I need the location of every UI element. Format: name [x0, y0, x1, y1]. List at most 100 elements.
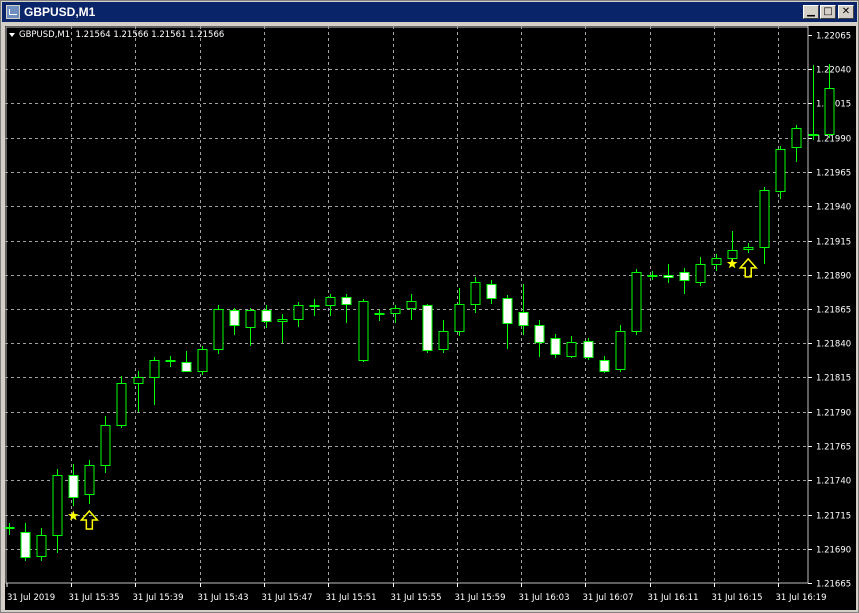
candle-bull: [631, 272, 642, 332]
candle-bull: [390, 308, 401, 314]
candle-bear: [663, 275, 674, 278]
x-tick-label: 31 Jul 15:39: [133, 593, 184, 603]
candle-bull: [615, 331, 626, 370]
y-tick-label: 1.21765: [816, 443, 851, 453]
candle-bull: [775, 149, 786, 192]
maximize-icon: □: [823, 6, 833, 17]
y-tick-label: 1.21915: [816, 238, 851, 248]
y-tick-label: 1.22065: [816, 32, 851, 42]
candle-bull: [52, 475, 63, 536]
candle-bull: [116, 383, 127, 426]
candle-bull: [566, 342, 577, 357]
candle-bull: [358, 301, 369, 361]
window-title: GBPUSD,M1: [24, 5, 96, 19]
chart-window: GBPUSD,M1 ▁ □ ✕ 1.220651.220401.220151.2…: [0, 0, 859, 613]
price-chart[interactable]: 1.220651.220401.220151.219901.219651.219…: [5, 26, 856, 610]
x-tick-label: 31 Jul 2019: [7, 593, 55, 603]
candle-bear: [20, 532, 31, 558]
x-tick-label: 31 Jul 15:43: [198, 593, 249, 603]
candle-bull: [824, 88, 835, 135]
candle-bull: [743, 247, 754, 250]
minimize-icon: ▁: [807, 6, 815, 17]
x-tick-label: 31 Jul 15:47: [262, 593, 313, 603]
candle-bear: [5, 527, 15, 529]
candle-bear: [518, 312, 529, 326]
candle-bull: [406, 301, 417, 309]
candle-bull: [149, 360, 160, 378]
x-tick-label: 31 Jul 16:19: [776, 593, 827, 603]
candle-bear: [422, 305, 433, 351]
close-icon: ✕: [841, 6, 851, 17]
close-button[interactable]: ✕: [838, 5, 854, 19]
candle-bull: [808, 134, 819, 136]
y-tick-label: 1.21665: [816, 580, 851, 590]
y-tick-label: 1.21965: [816, 169, 851, 179]
chart-app-icon: [6, 5, 20, 19]
y-tick-label: 1.21715: [816, 512, 851, 522]
y-tick-label: 1.21690: [816, 546, 851, 556]
x-tick-label: 31 Jul 15:55: [391, 593, 442, 603]
candle-bull: [325, 297, 336, 306]
candle-bear: [341, 297, 352, 305]
x-tick-label: 31 Jul 16:15: [712, 593, 763, 603]
candle-bull: [197, 349, 208, 372]
candle-bull: [100, 425, 111, 466]
y-tick-label: 1.21865: [816, 306, 851, 316]
candle-bear: [502, 298, 513, 324]
maximize-button[interactable]: □: [820, 5, 836, 19]
star-icon: [68, 510, 79, 521]
candle-bear: [486, 284, 497, 299]
x-tick-label: 31 Jul 15:35: [69, 593, 120, 603]
candle-bear: [165, 360, 176, 362]
x-tick-label: 31 Jul 16:07: [583, 593, 634, 603]
up-arrow-icon: [79, 509, 100, 530]
candle-bull: [293, 305, 304, 320]
candle-bull: [727, 250, 738, 259]
candle-bull: [470, 282, 481, 305]
chart-info-text: GBPUSD,M1 1.21564 1.21566 1.21561 1.2156…: [19, 30, 225, 40]
candle-bull: [695, 264, 706, 283]
candle-bear: [68, 475, 79, 498]
candlestick-chart[interactable]: 1.220651.220401.220151.219901.219651.219…: [5, 26, 856, 610]
dropdown-triangle-icon[interactable]: [9, 32, 15, 37]
candle-bull: [309, 305, 320, 307]
y-tick-label: 1.21815: [816, 374, 851, 384]
chart-info-line: GBPUSD,M1 1.21564 1.21566 1.21561 1.2156…: [9, 30, 224, 40]
candle-bear: [261, 310, 272, 322]
up-arrow-icon: [738, 257, 758, 278]
candle-bull: [245, 310, 256, 328]
candle-bull: [84, 465, 95, 495]
minimize-button[interactable]: ▁: [803, 5, 819, 19]
y-tick-label: 1.21840: [816, 340, 851, 350]
star-icon: [726, 258, 738, 269]
candle-bear: [583, 341, 594, 358]
candle-bull: [277, 319, 288, 322]
candle-bull: [438, 331, 449, 350]
candle-bear: [679, 272, 690, 281]
y-tick-label: 1.21990: [816, 135, 851, 145]
candle-bull: [36, 535, 47, 557]
x-tick-label: 31 Jul 15:51: [326, 593, 377, 603]
title-bar[interactable]: GBPUSD,M1 ▁ □ ✕: [2, 2, 857, 22]
candle-bull: [759, 190, 770, 248]
candle-bull: [213, 309, 224, 350]
x-tick-label: 31 Jul 16:11: [648, 593, 699, 603]
y-tick-label: 1.21940: [816, 203, 851, 213]
candle-bull: [133, 377, 144, 384]
x-tick-label: 31 Jul 16:03: [519, 593, 570, 603]
y-tick-label: 1.22040: [816, 66, 851, 76]
candle-bull: [374, 313, 385, 315]
candle-bear: [181, 362, 192, 372]
candle-bull: [711, 258, 722, 265]
candle-bull: [791, 128, 802, 148]
candle-bear: [229, 310, 240, 326]
candle-bear: [599, 360, 610, 372]
y-tick-label: 1.21740: [816, 477, 851, 487]
y-tick-label: 1.21790: [816, 409, 851, 419]
candle-bull: [454, 304, 465, 332]
candle-bear: [550, 338, 561, 355]
x-tick-label: 31 Jul 15:59: [455, 593, 506, 603]
candle-bear: [534, 325, 545, 343]
candle-bull: [647, 275, 658, 277]
y-tick-label: 1.21890: [816, 272, 851, 282]
